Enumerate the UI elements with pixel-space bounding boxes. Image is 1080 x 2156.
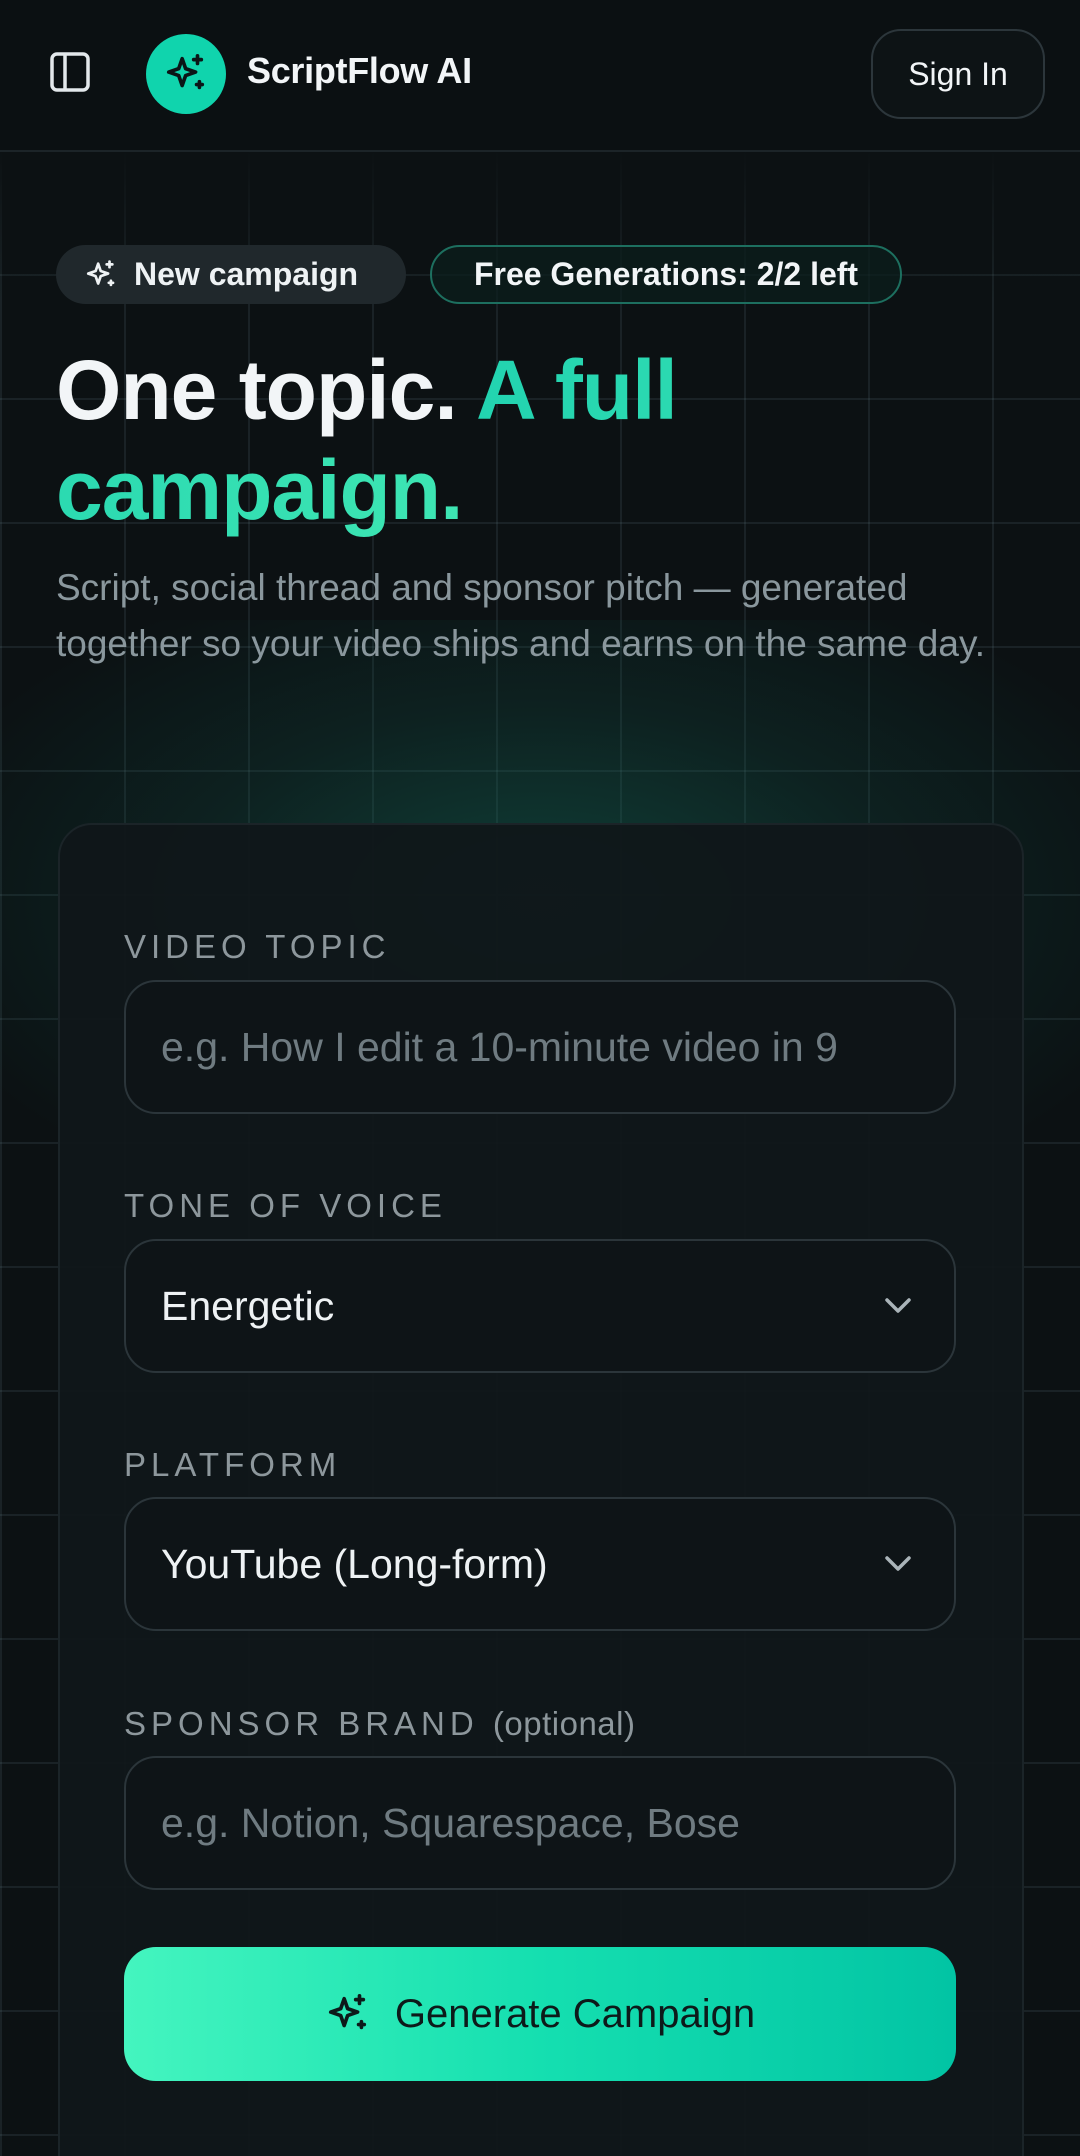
page: ScriptFlow AI Sign In New campaign Free … [0,0,1080,2156]
sponsor-brand-placeholder: e.g. Notion, Squarespace, Bose [161,1799,740,1846]
sponsor-brand-input[interactable]: e.g. Notion, Squarespace, Bose [124,1756,956,1890]
top-bar: ScriptFlow AI Sign In [0,0,1080,152]
video-topic-label: VIDEO TOPIC [124,928,391,965]
platform-value: YouTube (Long-form) [161,1540,548,1587]
platform-select[interactable]: YouTube (Long-form) [124,1497,956,1631]
chevron-down-icon [885,1298,911,1313]
sidebar-toggle-icon[interactable] [48,50,100,98]
tone-value: Energetic [161,1282,335,1329]
chevron-down-icon [885,1556,911,1571]
video-topic-input[interactable]: e.g. How I edit a 10-minute video in 9 [124,980,956,1114]
hero-subtitle: Script, social thread and sponsor pitch … [56,567,985,664]
hero-title: One topic. A full campaign. [56,340,1056,540]
sparkles-icon [166,53,205,90]
new-campaign-chip[interactable]: New campaign [56,245,406,304]
logo [146,34,226,114]
free-generations-badge: Free Generations: 2/2 left [430,245,902,304]
hero-title-part1: One topic. [56,343,458,437]
tone-label: TONE OF VOICE [124,1187,447,1224]
platform-label: PLATFORM [124,1446,342,1483]
sponsor-label: SPONSOR BRAND (optional) [124,1705,635,1743]
generate-campaign-button[interactable]: Generate Campaign [124,1947,956,2081]
sparkles-icon [86,259,115,286]
sponsor-label-text: SPONSOR BRAND [124,1705,479,1742]
generate-campaign-label: Generate Campaign [394,1991,756,2036]
video-topic-placeholder: e.g. How I edit a 10-minute video in 9 [161,1023,838,1070]
new-campaign-label: New campaign [134,256,359,292]
sponsor-optional: (optional) [492,1705,636,1742]
sparkles-icon [328,1993,367,2030]
tone-select[interactable]: Energetic [124,1239,956,1373]
sign-in-button[interactable]: Sign In [871,29,1045,119]
app-title: ScriptFlow AI [247,50,472,91]
